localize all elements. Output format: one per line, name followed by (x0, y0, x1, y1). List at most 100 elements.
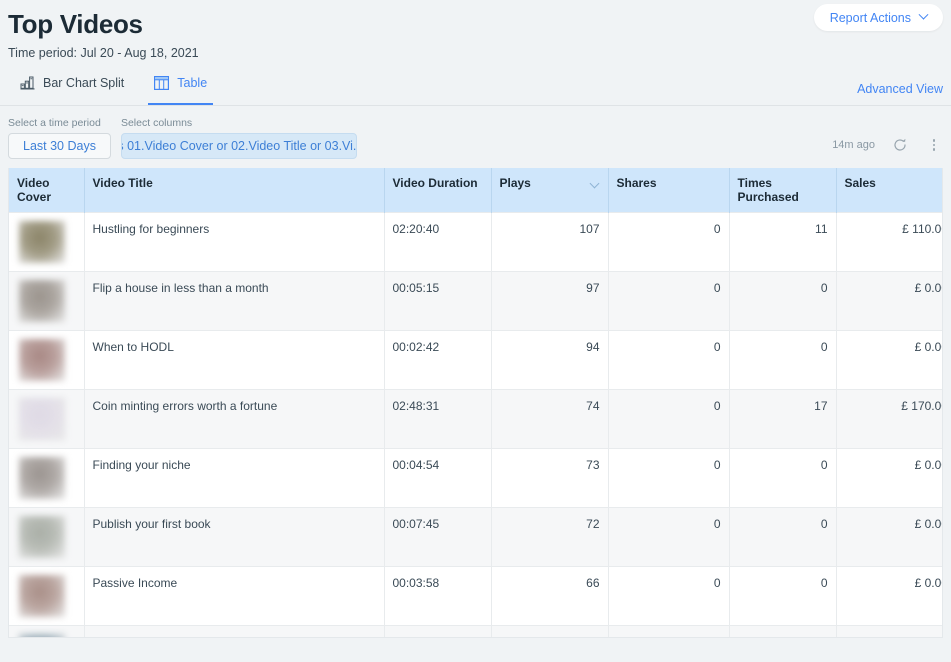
cell-video-cover (9, 625, 84, 637)
column-header-times-purchased[interactable]: Times Purchased (728, 168, 836, 213)
kebab-menu-icon[interactable] (925, 136, 943, 154)
tab-label: Bar Chart Split (43, 76, 125, 90)
cell-shares: 0 (607, 330, 729, 390)
table-header-row: Video Cover Video Title Video Duration P… (9, 168, 942, 213)
time-period-subtitle: Time period: Jul 20 - Aug 18, 2021 (8, 46, 199, 60)
cell-video-cover (9, 389, 84, 449)
cell-shares: 0 (607, 212, 729, 272)
filter-label: Select a time period (8, 117, 101, 129)
cell-shares: 0 (607, 389, 729, 449)
column-header-plays[interactable]: Plays (490, 168, 608, 213)
cell-video-title: When to HODL (83, 330, 384, 390)
view-tabs: Bar Chart Split Table Advanced View (0, 70, 951, 106)
video-thumbnail (19, 221, 65, 263)
column-header-sales[interactable]: Sales (835, 168, 942, 213)
top-videos-table: Video Cover Video Title Video Duration P… (9, 168, 942, 637)
cell-sales: £ 0.00 (835, 566, 942, 626)
column-header-video-cover[interactable]: Video Cover (9, 168, 84, 213)
video-thumbnail (19, 516, 65, 558)
cell-video-duration: 00:07:45 (383, 507, 491, 567)
sort-descending-icon (589, 178, 599, 189)
cell-sales: £ 0.00 (835, 330, 942, 390)
table-head: Video Cover Video Title Video Duration P… (9, 168, 942, 213)
filter-time-period: Select a time period Last 30 Days (8, 117, 111, 159)
cell-shares: 0 (607, 507, 729, 567)
cell-times-purchased: 11 (728, 212, 836, 272)
cell-plays: 97 (490, 271, 608, 331)
cell-plays: 60 (490, 625, 608, 637)
column-header-shares[interactable]: Shares (607, 168, 729, 213)
cell-video-duration: 00:05:15 (383, 271, 491, 331)
cell-plays: 73 (490, 448, 608, 508)
table-row[interactable]: Flip a house in less than a month 00:05:1… (9, 271, 942, 331)
table-row[interactable]: Publish your first book 00:07:45 72 0 0 £ 0.0… (9, 507, 942, 567)
cell-video-duration: 01:13:04 (383, 625, 491, 637)
cell-video-title: Flip a house in less than a month (83, 271, 384, 331)
table-row[interactable]: Hustling for beginners 02:20:40 107 0 11 £ 11… (9, 212, 942, 272)
cell-times-purchased: 0 (728, 330, 836, 390)
cell-sales: £ 0.00 (835, 271, 942, 331)
cell-video-duration: 00:02:42 (383, 330, 491, 390)
tab-table[interactable]: Table (148, 70, 213, 105)
filter-label: Select columns (120, 117, 193, 129)
filter-bar: Select a time period Last 30 Days Select… (0, 106, 951, 168)
cell-video-cover (9, 507, 84, 567)
cell-video-cover (9, 330, 84, 390)
cell-plays: 94 (490, 330, 608, 390)
tab-label: Table (177, 76, 208, 90)
table-row[interactable]: When to HODL00:02:429400£ 0.00 (9, 330, 942, 390)
table-row[interactable]: Coin minting errors worth a fortune 02:48… (9, 389, 942, 449)
table-icon (154, 76, 170, 90)
video-thumbnail (19, 575, 65, 617)
table-row[interactable]: Passive Income00:03:586600£ 0.00 (9, 566, 942, 626)
video-thumbnail (19, 398, 65, 440)
column-header-video-duration[interactable]: Video Duration (383, 168, 491, 213)
cell-sales: £ 110.00 (835, 212, 942, 272)
cell-video-title: Coin minting errors worth a fortune (83, 389, 384, 449)
video-thumbnail (19, 634, 65, 637)
refresh-icon[interactable] (891, 136, 909, 154)
cell-times-purchased: 0 (728, 271, 836, 331)
cell-times-purchased: 0 (728, 566, 836, 626)
report-actions-button[interactable]: Report Actions (813, 4, 943, 31)
video-thumbnail (19, 339, 65, 381)
cell-plays: 74 (490, 389, 608, 449)
results-table-container[interactable]: Video Cover Video Title Video Duration P… (8, 168, 943, 638)
column-header-label: Plays (499, 176, 531, 190)
cell-times-purchased: 0 (728, 448, 836, 508)
cell-plays: 72 (490, 507, 608, 567)
cell-sales: £ 105.00 (835, 625, 942, 637)
cell-sales: £ 0.00 (835, 507, 942, 567)
advanced-view-link[interactable]: Advanced View (857, 82, 943, 96)
video-thumbnail (19, 280, 65, 322)
cell-times-purchased: 17 (728, 389, 836, 449)
cell-video-cover (9, 566, 84, 626)
cell-sales: £ 170.00 (835, 389, 942, 449)
tab-bar-chart-split[interactable]: Bar Chart Split (14, 70, 130, 105)
filter-columns: Select columns is 01.Video Cover or 02.V… (120, 117, 357, 159)
cell-video-title: Finding your niche (83, 448, 384, 508)
cell-shares: 0 (607, 448, 729, 508)
columns-select[interactable]: is 01.Video Cover or 02.Video Title or 0… (120, 133, 357, 159)
video-thumbnail (19, 457, 65, 499)
table-row[interactable]: Become a YouTuber01:13:046007£ 105.00 (9, 625, 942, 637)
cell-times-purchased: 7 (728, 625, 836, 637)
report-meta: 14m ago (832, 136, 943, 154)
cell-video-duration: 02:20:40 (383, 212, 491, 272)
column-header-video-title[interactable]: Video Title (83, 168, 384, 213)
cell-shares: 0 (607, 566, 729, 626)
time-period-select[interactable]: Last 30 Days (8, 133, 111, 159)
cell-sales: £ 0.00 (835, 448, 942, 508)
page-header: Top Videos Time period: Jul 20 - Aug 18,… (0, 0, 951, 62)
table-row[interactable]: Finding your niche00:04:547300£ 0.00 (9, 448, 942, 508)
cell-video-cover (9, 212, 84, 272)
cell-video-duration: 02:48:31 (383, 389, 491, 449)
page-title: Top Videos (8, 9, 143, 39)
chevron-down-icon (918, 9, 929, 20)
report-actions-label: Report Actions (829, 10, 911, 25)
cell-video-cover (9, 271, 84, 331)
table-body: Hustling for beginners 02:20:40 107 0 11 £ 11… (9, 212, 942, 637)
cell-video-title: Become a YouTuber (83, 625, 384, 637)
cell-shares: 0 (607, 625, 729, 637)
report-page: Top Videos Time period: Jul 20 - Aug 18,… (0, 0, 951, 662)
